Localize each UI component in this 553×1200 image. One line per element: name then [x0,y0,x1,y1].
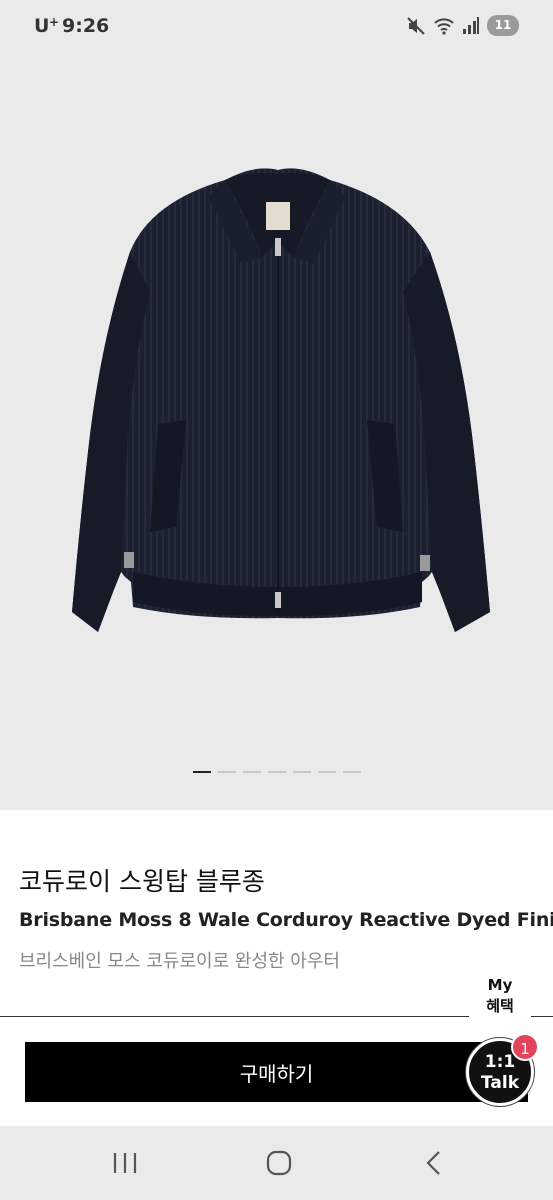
my-benefit-line1: My [487,976,513,994]
pager-dot-7[interactable] [343,771,361,773]
pager-dot-6[interactable] [318,771,336,773]
my-benefit-tab[interactable]: My 혜택 [469,975,531,1025]
recent-apps-icon[interactable] [105,1148,145,1178]
talk-line2: Talk [480,1073,519,1093]
carrier-label: U+ [34,15,60,37]
status-bar: U+ 9:26 11 [0,0,553,52]
buy-button[interactable]: 구매하기 [25,1042,528,1102]
product-title-english: Brisbane Moss 8 Wale Corduroy Reactive D… [19,909,553,931]
pager-dot-5[interactable] [293,771,311,773]
talk-unread-badge: 1 [511,1033,539,1061]
pager-dot-4[interactable] [268,771,286,773]
product-image-carousel[interactable] [0,52,553,810]
wifi-icon [433,16,455,36]
signal-icon [462,16,480,36]
my-benefit-line2: 혜택 [486,997,514,1015]
product-image [72,168,490,632]
pager-dot-1[interactable] [193,771,211,773]
home-icon[interactable] [259,1148,299,1178]
product-description: 브리스베인 모스 코듀로이로 완성한 아우터 [19,951,340,972]
back-icon[interactable] [414,1148,454,1178]
status-icons: 11 [406,15,519,36]
mute-icon [406,16,426,36]
carousel-pager [193,771,361,773]
clock: 9:26 [62,15,110,37]
pager-dot-3[interactable] [243,771,261,773]
system-navigation-bar [0,1126,553,1200]
product-title-korean: 코듀로이 스윙탑 블루종 [19,867,265,896]
notification-count-badge: 11 [487,15,519,36]
pager-dot-2[interactable] [218,771,236,773]
